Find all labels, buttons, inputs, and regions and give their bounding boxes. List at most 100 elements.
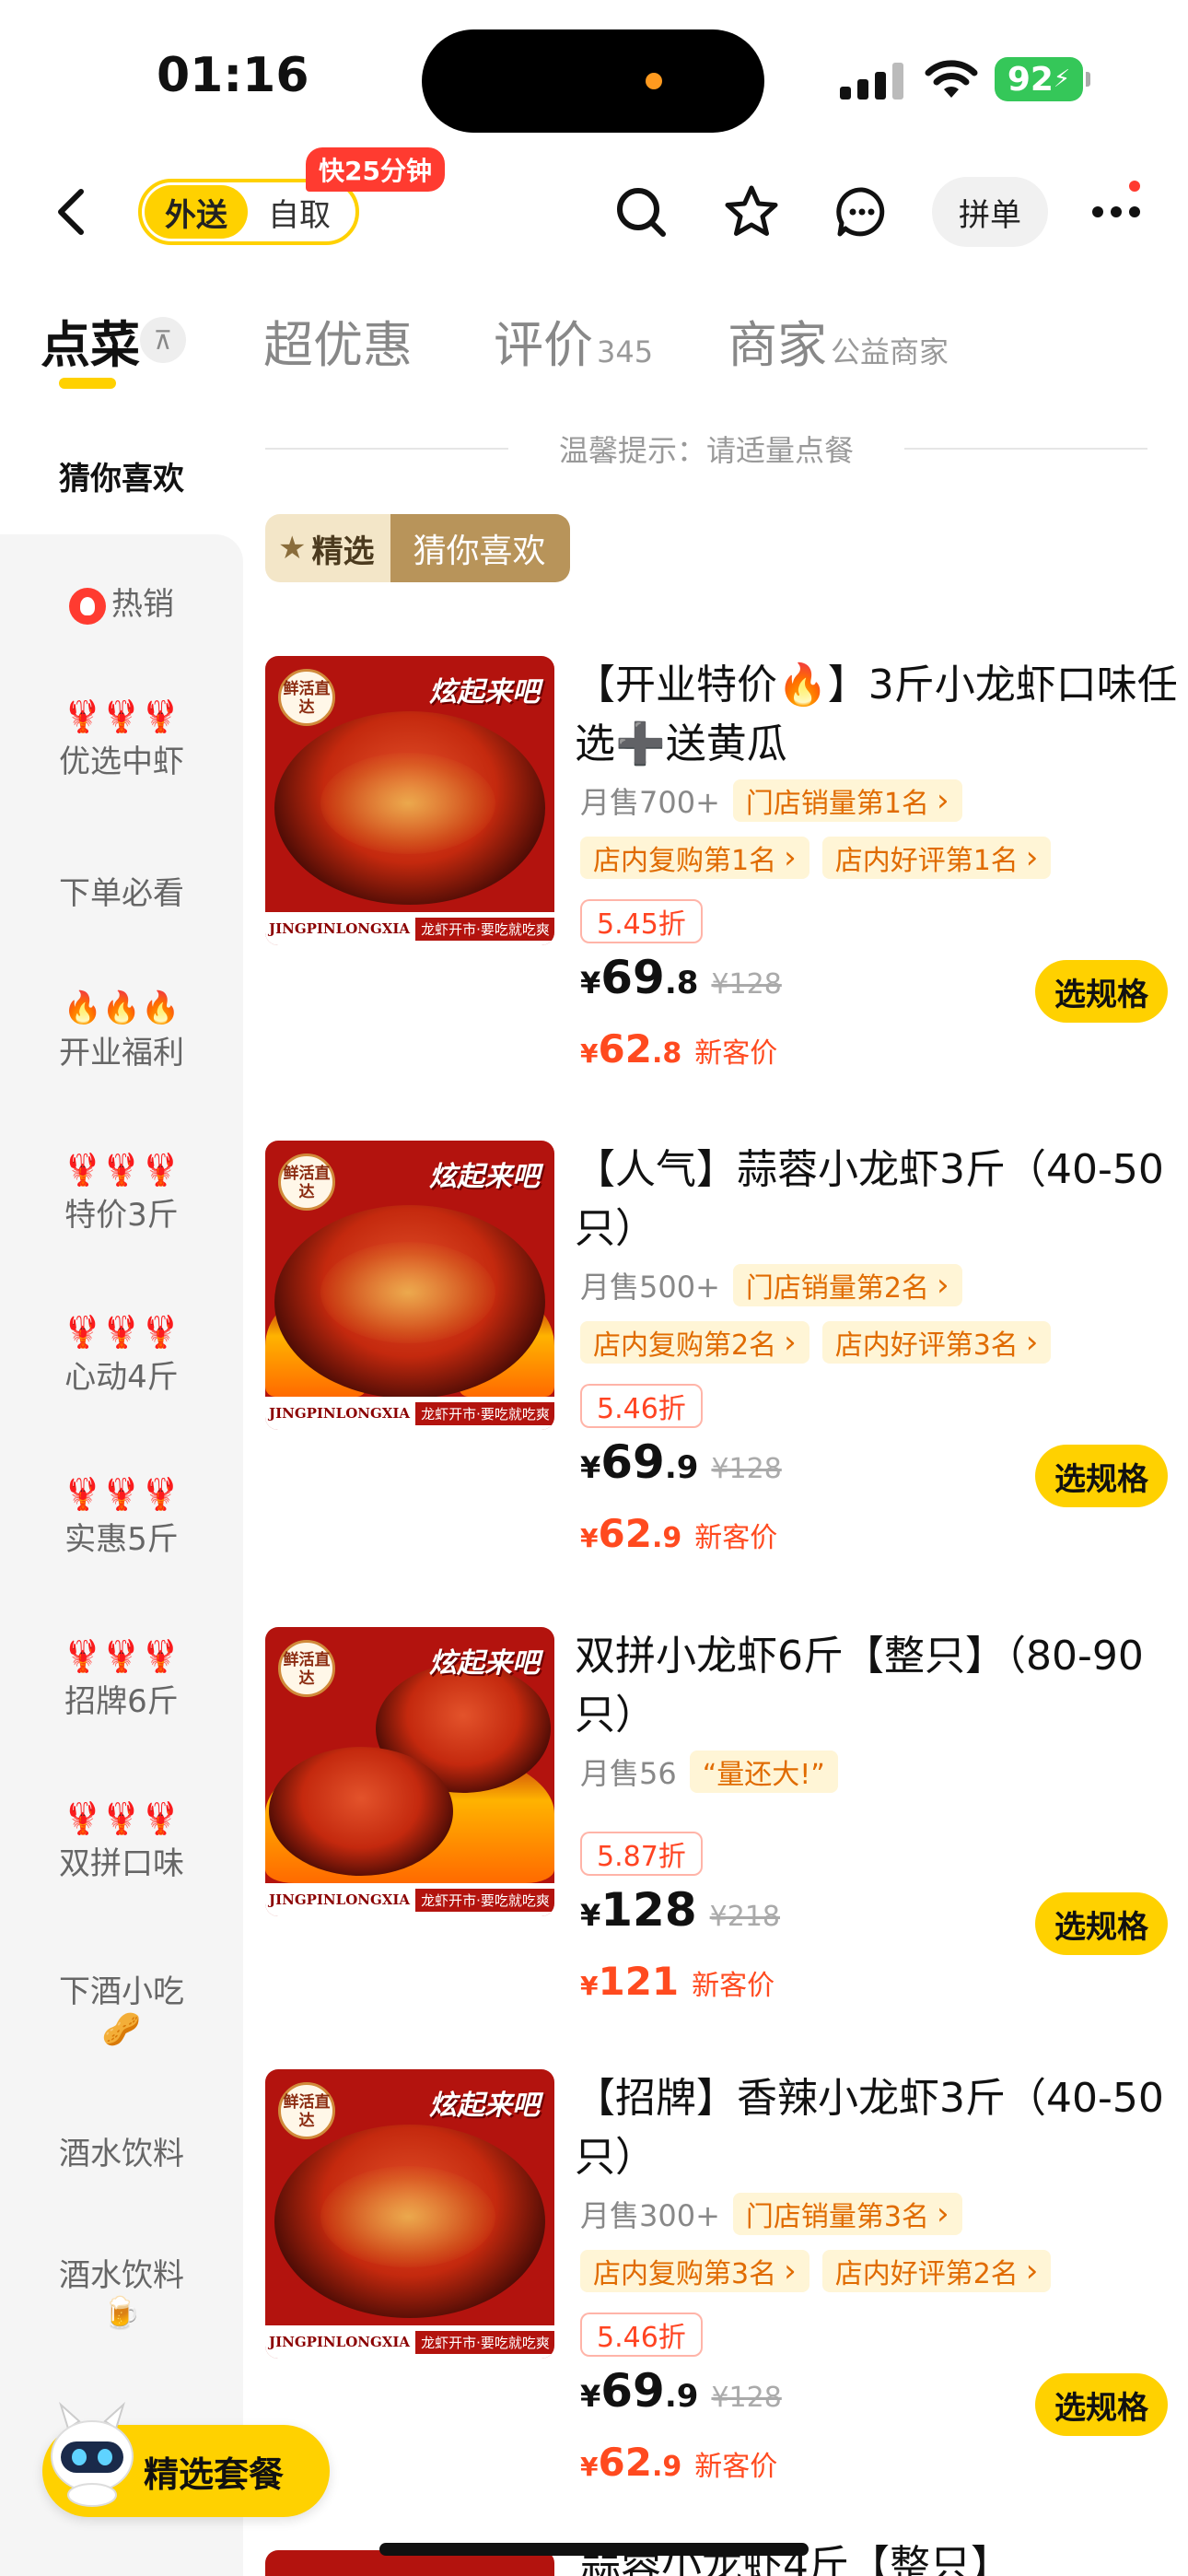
sidebar-item-special-3jin[interactable]: 🦞🦞🦞 特价3斤 [0,1152,243,1235]
price: ¥69.9 ¥128 [580,1435,782,1489]
mascot-icon [51,2401,134,2507]
currency-symbol: ¥ [580,966,601,1001]
new-customer-price: ¥62.9 新客价 [580,2440,777,2485]
new-price-integer: 121 [598,1959,680,2004]
delivery-option[interactable]: 外送 [145,185,248,239]
rank-badge[interactable]: 店内复购第1名 [580,837,809,879]
group-order-button[interactable]: 拼单 [932,177,1048,247]
monthly-sales: 月售700+ [580,785,720,820]
rank-badge[interactable]: 门店销量第2名 [732,1264,962,1306]
eta-badge: 快25分钟 [306,147,445,192]
product-card[interactable]: 鲜活直达 炫起来吧 JINGPINLONGXIA 龙虾开市·要吃就吃爽 【招牌】香… [265,2069,1168,2502]
chat-icon[interactable] [833,182,891,241]
choose-spec-button[interactable]: 选规格 [1035,960,1168,1023]
currency-symbol: ¥ [580,1898,601,1933]
rank-badge[interactable]: 店内复购第3名 [580,2250,809,2292]
sidebar-item-hot[interactable]: 热销 [0,579,243,625]
image-brand: JINGPINLONGXIA [269,1891,411,1908]
featured-combo-button[interactable]: 精选套餐 [42,2401,330,2517]
currency-symbol: ¥ [580,2452,599,2482]
new-customer-price: ¥62.8 新客价 [580,1026,777,1071]
sidebar-item-label: 下酒小吃 [59,1973,184,2010]
product-title[interactable]: 双拼小龙虾6斤【整只】（80-90只） [575,1627,1182,1745]
new-customer-label: 新客价 [694,1522,778,1554]
sidebar-item-drinks-beer[interactable]: 酒水饮料 🍺 [0,2250,243,2333]
sidebar-item-label: 双拼口味 [59,1844,184,1882]
monthly-sales: 月售56 [580,1756,677,1791]
new-price-decimal: .9 [651,1522,682,1554]
product-title[interactable]: 【人气】蒜蓉小龙虾3斤（40-50只） [575,1141,1182,1259]
rank-badge[interactable]: 店内好评第2名 [821,2250,1052,2292]
image-brand: JINGPINLONGXIA [269,2334,411,2350]
featured-combo-label: 精选套餐 [144,2453,285,2495]
crayfish-icon: 🦞🦞🦞 [63,1638,181,1675]
price: ¥69.8 ¥128 [580,951,782,1004]
tab-order[interactable]: 点菜 [41,304,140,377]
star-icon[interactable] [722,182,781,241]
hot-icon [69,587,106,625]
dynamic-island [422,29,764,133]
image-caption: 龙虾开市·要吃就吃爽 [415,1888,554,1912]
discount-badge: 5.46折 [580,2313,703,2357]
search-icon[interactable] [611,182,670,241]
new-customer-price: ¥62.9 新客价 [580,1511,777,1556]
sidebar-item-4jin[interactable]: 🦞🦞🦞 心动4斤 [0,1314,243,1397]
pickup-option[interactable]: 自取 [248,190,351,235]
more-icon[interactable] [1087,182,1146,241]
collapse-icon[interactable]: ⊼ [140,317,186,363]
choose-spec-button[interactable]: 选规格 [1035,1892,1168,1955]
sidebar-item-double-flavor[interactable]: 🦞🦞🦞 双拼口味 [0,1800,243,1883]
product-image[interactable]: 鲜活直达 炫起来吧 JINGPINLONGXIA 龙虾开市·要吃就吃爽 [265,1627,554,1916]
crayfish-icon: 🦞🦞🦞 [63,1314,181,1351]
sidebar-item-label: 热销 [111,586,174,623]
battery-level: 92 [1007,60,1054,99]
monthly-sales: 月售500+ [580,1270,720,1305]
price-decimal: .9 [664,2378,699,2415]
currency-symbol: ¥ [580,1523,599,1553]
back-icon[interactable] [44,184,99,240]
sidebar-item-6jin[interactable]: 🦞🦞🦞 招牌6斤 [0,1638,243,1721]
home-indicator[interactable] [379,2543,809,2556]
sidebar-item-label: 开业福利 [59,1034,184,1071]
price-decimal: .9 [664,1449,699,1486]
sidebar-item-snacks[interactable]: 下酒小吃 🥜 [0,1966,243,2049]
rank-badge[interactable]: 门店销量第3名 [732,2193,962,2235]
sidebar-item-label: 招牌6斤 [64,1682,179,1720]
sidebar-item-5jin[interactable]: 🦞🦞🦞 实惠5斤 [0,1476,243,1559]
image-brand: JINGPINLONGXIA [269,920,411,937]
product-image[interactable]: 鲜活直达 炫起来吧 JINGPINLONGXIA 龙虾开市·要吃就吃爽 [265,1141,554,1430]
tab-deals[interactable]: 超优惠 [263,304,413,377]
sidebar-item-medium-crayfish[interactable]: 🦞🦞🦞 优选中虾 [0,698,243,781]
product-image[interactable]: 鲜活直达 炫起来吧 JINGPINLONGXIA 龙虾开市·要吃就吃爽 [265,656,554,945]
product-card[interactable]: 鲜活直达 炫起来吧 JINGPINLONGXIA 龙虾开市·要吃就吃爽 【开业特价… [265,656,1178,1089]
price: ¥69.9 ¥128 [580,2364,782,2418]
new-price-integer: 62 [598,1026,652,1071]
hint-text: 温馨提示：请适量点餐 [559,433,855,468]
rank-badge[interactable]: 门店销量第1名 [732,779,962,822]
peanut-icon: 🥜 [101,2011,142,2048]
product-image[interactable]: 鲜活直达 炫起来吧 JINGPINLONGXIA 龙虾开市·要吃就吃爽 [265,2069,554,2359]
sidebar-item-opening-perks[interactable]: 🔥🔥🔥 开业福利 [0,989,243,1072]
featured-star-icon: ★ [278,530,307,567]
rank-badge[interactable]: 店内好评第3名 [821,1321,1052,1364]
sidebar-item-recommend[interactable]: 猜你喜欢 [0,453,243,498]
tab-merchant[interactable]: 商家 公益商家 [728,304,949,377]
new-customer-label: 新客价 [694,2451,778,2483]
top-nav: 外送 自取 快25分钟 拼单 [0,147,1188,258]
rank-badge[interactable]: 店内复购第2名 [580,1321,809,1364]
product-title[interactable]: 【招牌】香辣小龙虾3斤（40-50只） [575,2069,1182,2187]
choose-spec-button[interactable]: 选规格 [1035,2373,1168,2436]
product-card[interactable]: 鲜活直达 炫起来吧 JINGPINLONGXIA 龙虾开市·要吃就吃爽 双拼小龙虾… [265,1627,1168,2014]
product-title[interactable]: 【开业特价🔥】3斤小龙虾口味任选➕送黄瓜 [575,656,1182,774]
store-tabs: 点菜 ⊼ 超优惠 评价 345 商家 公益商家 [0,304,1188,405]
tab-reviews[interactable]: 评价 345 [494,304,653,377]
sidebar-item-drinks[interactable]: 酒水饮料 [0,2128,243,2173]
sidebar-item-label: 实惠5斤 [64,1520,179,1558]
sidebar-item-must-read[interactable]: 下单必看 [0,868,243,913]
product-card[interactable]: 鲜活直达 炫起来吧 JINGPINLONGXIA 龙虾开市·要吃就吃爽 【人气】蒜… [265,1141,1168,1574]
quote-badge: “量还大!” [689,1751,838,1793]
rank-badge[interactable]: 店内好评第1名 [821,837,1052,879]
new-price-decimal: .8 [651,1037,682,1070]
currency-symbol: ¥ [580,1450,601,1485]
choose-spec-button[interactable]: 选规格 [1035,1445,1168,1507]
